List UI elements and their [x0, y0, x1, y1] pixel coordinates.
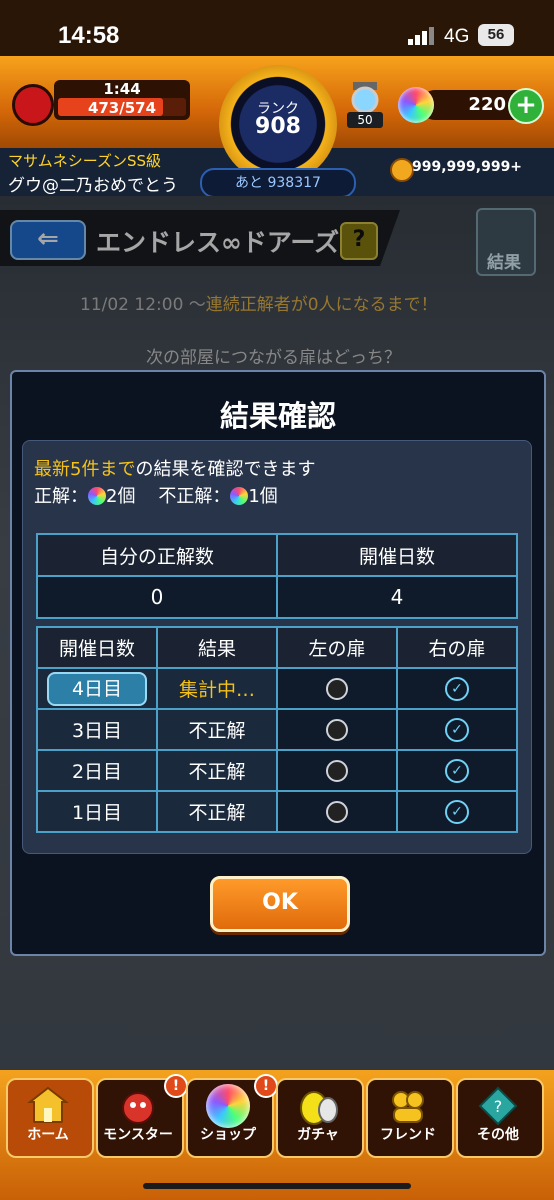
player-name: グウ@二乃おめでとう [8, 176, 178, 196]
left-door-cell [276, 749, 398, 792]
incorrect-value: 1個 [248, 486, 278, 507]
stamina-timer: 1:44 [103, 80, 141, 98]
right-door-cell: ✓ [396, 749, 518, 792]
rank-value: 908 [255, 114, 301, 139]
table-row: 1日目 不正解 ✓ [36, 790, 518, 833]
stamina-count: 473/574 [87, 99, 157, 117]
unselected-circle-icon [326, 759, 348, 782]
summary-header: 自分の正解数 [36, 533, 278, 577]
right-door-cell: ✓ [396, 708, 518, 751]
gacha-egg-icon [300, 1091, 338, 1125]
orb-count: 220 [468, 94, 506, 115]
svg-text:?: ? [494, 1097, 503, 1116]
summary-table: 自分の正解数 開催日数 0 4 [36, 533, 518, 619]
ok-button[interactable]: OK [210, 876, 350, 932]
event-days: 4 [276, 575, 518, 619]
unselected-circle-icon [326, 718, 348, 741]
history-header: 開催日数 [36, 626, 158, 669]
day-cell: 1日目 [36, 790, 158, 833]
unselected-circle-icon [326, 800, 348, 823]
check-circle-icon: ✓ [445, 717, 469, 742]
unselected-circle-icon [326, 677, 348, 700]
coin-icon [390, 158, 414, 182]
result-cell: 集計中… [156, 667, 278, 710]
orb-icon [88, 487, 106, 505]
result-cell: 不正解 [156, 749, 278, 792]
info-text: 最新5件までの結果を確認できます [34, 455, 315, 481]
day-cell: 2日目 [36, 749, 158, 792]
nav-shop-label: ショップ [200, 1127, 256, 1143]
history-header: 右の扉 [396, 626, 518, 669]
incorrect-label: 不正解： [158, 486, 231, 507]
stamina-icon [12, 84, 54, 126]
coin-count: 999,999,999+ [412, 159, 523, 175]
right-door-cell: ✓ [396, 790, 518, 833]
current-day-badge: 4日目 [47, 671, 147, 706]
result-cell: 不正解 [156, 708, 278, 751]
add-orb-button[interactable]: + [508, 88, 544, 124]
info-highlight: 最新5件まで [34, 459, 136, 480]
history-header: 左の扉 [276, 626, 398, 669]
day-cell: 3日目 [36, 708, 158, 751]
correct-label: 正解： [34, 486, 88, 507]
battery-icon: 56 [478, 24, 514, 46]
orb-icon [230, 487, 249, 505]
left-door-cell [276, 708, 398, 751]
result-status: 集計中… [178, 679, 255, 701]
left-door-cell [276, 667, 398, 710]
signal-icon [408, 27, 434, 45]
monster-alert-badge: ! [164, 1074, 188, 1098]
orb-icon [398, 87, 434, 123]
season-title: マサムネシーズンSS級 [8, 152, 161, 170]
check-circle-icon: ✓ [445, 676, 469, 701]
table-row: 4日目 集計中… ✓ [36, 667, 518, 710]
check-circle-icon: ✓ [445, 758, 469, 783]
table-row: 3日目 不正解 ✓ [36, 708, 518, 751]
shop-alert-badge: ! [254, 1074, 278, 1098]
other-icon: ? [478, 1086, 518, 1126]
answer-count: 正解： 2個 不正解： 1個 [34, 482, 278, 508]
day-cell: 4日目 [36, 667, 158, 710]
info-rest: の結果を確認できます [135, 459, 316, 480]
result-cell: 不正解 [156, 790, 278, 833]
nav-monster-label: モンスター [103, 1127, 173, 1143]
network-type: 4G [444, 26, 470, 47]
home-indicator [143, 1183, 411, 1189]
correct-total: 0 [36, 575, 278, 619]
history-table: 開催日数 結果 左の扉 右の扉 4日目 集計中… ✓ 3日目 不正解 ✓ 2日目… [36, 626, 518, 833]
nav-gacha-label: ガチャ [297, 1127, 339, 1143]
left-door-cell [276, 790, 398, 833]
nav-friend-label: フレンド [380, 1127, 436, 1143]
nav-home-label: ホーム [27, 1127, 69, 1143]
lantern-count: 50 [347, 112, 383, 128]
friend-icon [392, 1091, 424, 1123]
home-icon [27, 1086, 69, 1123]
monster-icon [122, 1092, 154, 1124]
right-door-cell: ✓ [396, 667, 518, 710]
rank-next-exp: あと 938317 [235, 175, 321, 191]
check-circle-icon: ✓ [445, 799, 469, 824]
modal-title: 結果確認 [219, 399, 336, 433]
shop-orb-icon [206, 1084, 250, 1128]
summary-header: 開催日数 [276, 533, 518, 577]
history-header: 結果 [156, 626, 278, 669]
nav-other-label: その他 [477, 1127, 519, 1143]
table-row: 2日目 不正解 ✓ [36, 749, 518, 792]
correct-value: 2個 [106, 486, 136, 507]
status-time: 14:58 [58, 22, 120, 49]
